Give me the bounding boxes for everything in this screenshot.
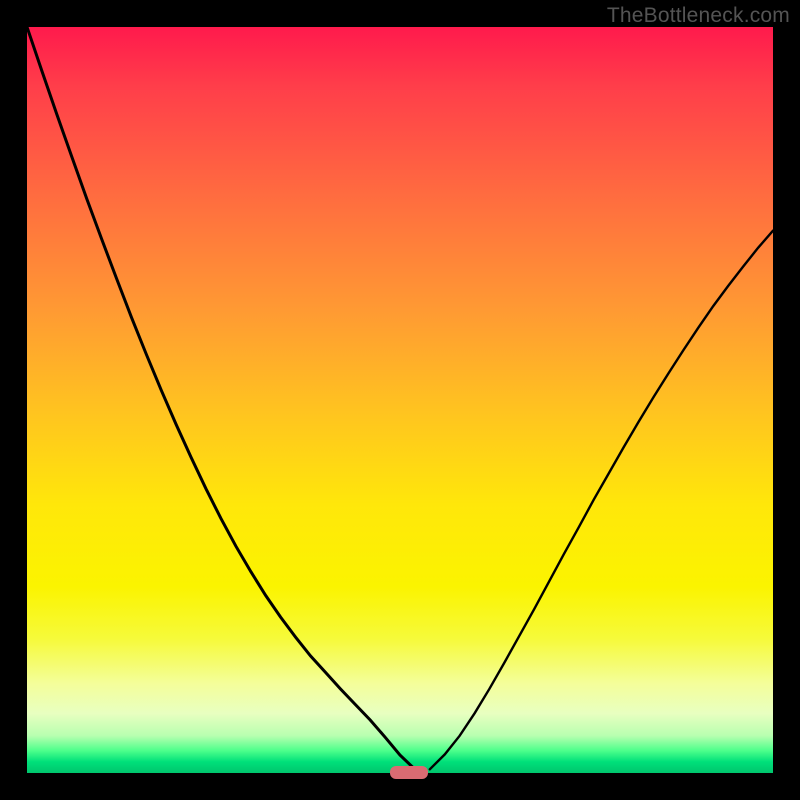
bottleneck-curve (27, 27, 773, 773)
watermark-text: TheBottleneck.com (607, 4, 790, 28)
chart-frame: TheBottleneck.com (0, 0, 800, 800)
curve-right-branch (430, 231, 773, 770)
optimal-range-marker (390, 766, 429, 779)
curve-left-branch (27, 27, 415, 769)
chart-plot-area (27, 27, 773, 773)
